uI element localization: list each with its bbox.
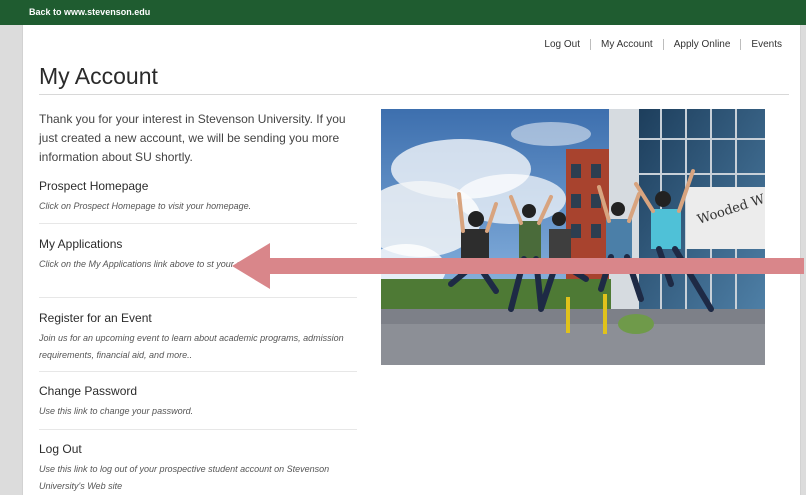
log-out-link[interactable]: Log Out [39, 442, 357, 457]
page-container: Log Out My Account Apply Online Events M… [22, 25, 801, 495]
nav-log-out[interactable]: Log Out [544, 39, 580, 50]
my-applications-desc: Click on the My Applications link above … [39, 259, 338, 269]
section-divider [39, 297, 357, 298]
top-bar: Back to www.stevenson.edu [0, 0, 806, 25]
change-password-section: Change Password Use this link to change … [39, 384, 357, 420]
prospect-homepage-section: Prospect Homepage Click on Prospect Home… [39, 179, 357, 215]
nav-my-account[interactable]: My Account [601, 39, 653, 50]
register-event-section: Register for an Event Join us for an upc… [39, 311, 357, 364]
intro-text: Thank you for your interest in Stevenson… [39, 112, 346, 164]
nav-divider [662, 39, 664, 50]
campus-photo: Wooded W [381, 109, 765, 365]
nav-divider [590, 39, 592, 50]
register-event-desc: Join us for an upcoming event to learn a… [39, 333, 344, 360]
page-title: My Account [39, 63, 158, 89]
prospect-homepage-link[interactable]: Prospect Homepage [39, 179, 357, 194]
top-nav: Log Out My Account Apply Online Events [544, 39, 782, 50]
log-out-section: Log Out Use this link to log out of your… [39, 442, 357, 495]
change-password-desc: Use this link to change your password. [39, 406, 194, 416]
register-event-link[interactable]: Register for an Event [39, 311, 357, 326]
back-to-site-link[interactable]: Back to www.stevenson.edu [29, 7, 150, 17]
nav-events[interactable]: Events [751, 39, 782, 50]
nav-apply-online[interactable]: Apply Online [674, 39, 731, 50]
section-divider [39, 371, 357, 372]
prospect-homepage-desc: Click on Prospect Homepage to visit your… [39, 201, 252, 211]
section-divider [39, 223, 357, 224]
section-divider [39, 429, 357, 430]
title-divider [39, 94, 789, 95]
nav-divider [740, 39, 742, 50]
my-applications-link[interactable]: My Applications [39, 237, 357, 252]
log-out-desc: Use this link to log out of your prospec… [39, 464, 330, 491]
change-password-link[interactable]: Change Password [39, 384, 357, 399]
my-applications-section: My Applications Click on the My Applicat… [39, 237, 357, 273]
